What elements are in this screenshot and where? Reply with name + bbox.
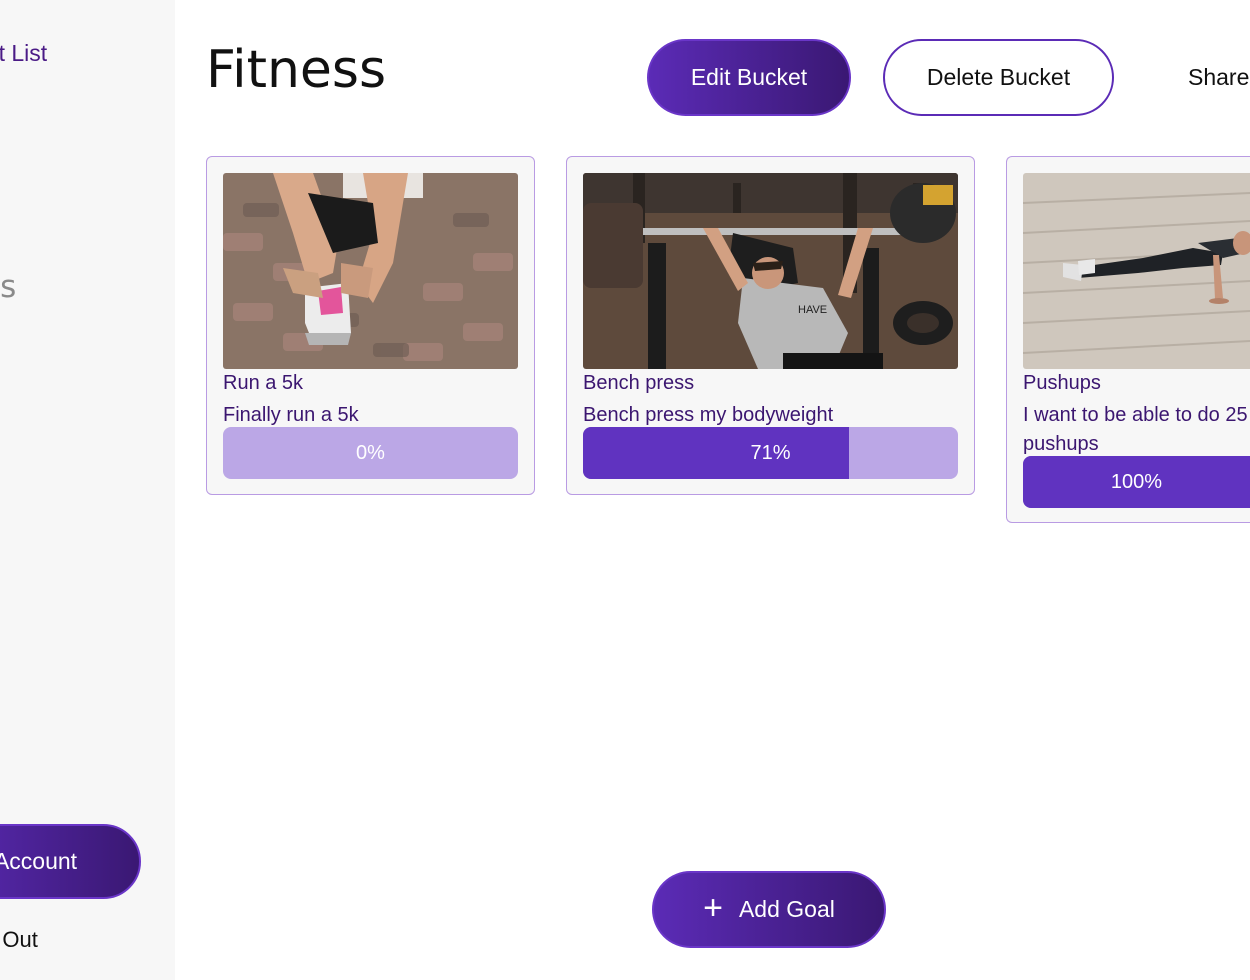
progress-bar: 0% [223,427,518,479]
account-button[interactable]: Account [0,824,141,899]
bench-press-photo: HAVE [583,173,958,369]
edit-bucket-button[interactable]: Edit Bucket [647,39,851,116]
goal-card[interactable]: HAVE Bench press Bench press my bodyweig… [566,156,975,495]
add-goal-button[interactable]: + Add Goal [652,871,886,948]
running-shoe-photo [223,173,518,369]
running-shoe-image [223,173,518,369]
goal-title: Bench press [583,372,695,394]
progress-label: 100% [1110,470,1163,493]
goal-description: Bench press my bodyweight [583,404,834,426]
bench-press-image: HAVE [583,173,958,369]
progress-bar: 100% [1023,456,1250,508]
progress-bar: 71% [583,427,958,479]
plus-icon: + [703,889,723,927]
add-goal-label: Add Goal [738,896,835,922]
sidebar-item-challenges[interactable]: lenges [0,269,16,305]
delete-bucket-button[interactable]: Delete Bucket [883,39,1114,116]
goal-card[interactable]: Pushups I want to be able to do 25 pushu… [1006,156,1250,523]
app-brand[interactable]: ucket List [0,40,47,67]
goal-title: Run a 5k [223,372,304,394]
progress-label: 0% [356,441,385,464]
sign-out-link[interactable]: n Out [0,927,38,953]
pushups-photo [1023,173,1250,369]
share-button[interactable]: Share [1188,64,1249,91]
page-title: Fitness [206,40,387,100]
goal-description: Finally run a 5k [223,404,359,426]
pushups-image [1023,173,1250,369]
goal-card[interactable]: Run a 5k Finally run a 5k 0% [206,156,535,495]
goal-title: Pushups [1023,372,1101,394]
goal-description: I want to be able to do 25 pushups [1023,404,1248,455]
progress-label: 71% [750,441,791,464]
svg-text:HAVE: HAVE [798,304,827,316]
sidebar: ucket List e s lenges ngs Account n Out [0,0,175,980]
